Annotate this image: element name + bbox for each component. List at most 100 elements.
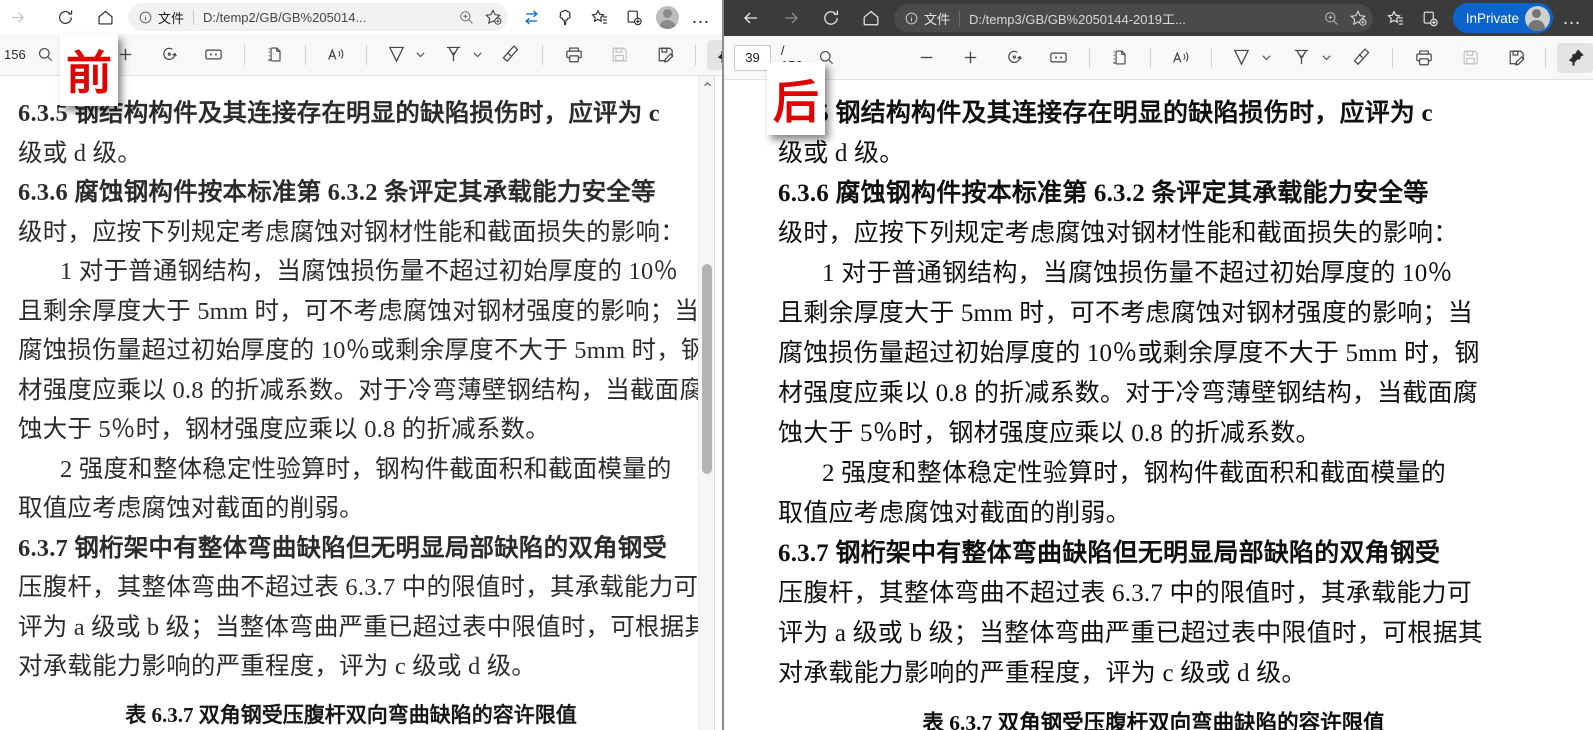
- refresh-icon[interactable]: [48, 2, 82, 32]
- right-url-text[interactable]: D:/temp3/GB/GB%2050144-2019工...: [969, 9, 1317, 28]
- doc-line: 对承载能力影响的严重程度，评为 c 级或 d 级。: [778, 654, 1563, 694]
- collections-icon[interactable]: [548, 2, 582, 32]
- favorites-icon[interactable]: [1379, 3, 1413, 33]
- right-highlight-icon[interactable]: [1283, 43, 1319, 73]
- doc-line: 级或 d 级。: [778, 134, 1563, 174]
- right-more-button[interactable]: …: [1555, 3, 1589, 33]
- doc-line: 取值应考虑腐蚀对截面的削弱。: [778, 494, 1563, 534]
- zoom-in-icon[interactable]: [458, 9, 475, 26]
- doc-line: 材强度应乘以 0.8 的折减系数。对于冷弯薄壁钢结构，当截面腐: [18, 371, 684, 411]
- toolbar-divider: [1089, 48, 1090, 68]
- add-favorite-icon[interactable]: [1349, 9, 1367, 27]
- left-rotate-icon[interactable]: [152, 40, 188, 70]
- doc-line: 压腹杆，其整体弯曲不超过表 6.3.7 中的限值时，其承载能力可: [18, 568, 684, 608]
- site-info-icon[interactable]: [138, 10, 153, 25]
- toolbar-divider-2: [1150, 48, 1151, 68]
- doc-line: 2 强度和整体稳定性验算时，钢构件截面积和截面模量的: [778, 454, 1563, 494]
- right-pdf-toolbar: 39 / 156: [722, 36, 1593, 80]
- forward-arrow-icon[interactable]: [0, 2, 34, 32]
- right-zoom-out-button[interactable]: [909, 43, 945, 73]
- inprivate-profile-button[interactable]: InPrivate: [1453, 3, 1553, 33]
- right-page-view-icon[interactable]: [1102, 43, 1138, 73]
- right-table-caption: 表 6.3.7 双角钢受压腹杆双向弯曲缺陷的容许限值: [778, 706, 1563, 730]
- more-dots: …: [685, 8, 717, 27]
- right-erase-icon[interactable]: [1343, 43, 1379, 73]
- right-pdf-page: 6.3.5 钢结构构件及其连接存在明显的缺陷损伤时，应评为 c 级或 d 级。 …: [722, 80, 1593, 730]
- right-save-icon[interactable]: [1452, 43, 1488, 73]
- left-highlight-caret[interactable]: [472, 49, 483, 60]
- split-screen-icon[interactable]: [514, 2, 548, 32]
- left-pdf-page-area[interactable]: 6.3.5 钢结构构件及其连接存在明显的缺陷损伤时，应评为 c 级或 d 级。 …: [0, 76, 722, 730]
- toolbar-divider-3: [1211, 48, 1212, 68]
- forward-arrow-icon[interactable]: [774, 3, 808, 33]
- refresh-icon[interactable]: [814, 3, 848, 33]
- right-address-bar[interactable]: 文件 D:/temp3/GB/GB%2050144-2019工...: [894, 4, 1373, 32]
- doc-line: 级时，应按下列规定考虑腐蚀对钢材性能和截面损失的影响：: [18, 213, 684, 253]
- add-favorite-icon[interactable]: [484, 8, 502, 26]
- left-print-icon[interactable]: [556, 40, 592, 70]
- left-url-text[interactable]: D:/temp2/GB/GB%205014...: [203, 10, 452, 25]
- right-highlight-caret[interactable]: [1319, 52, 1333, 63]
- right-draw-icon[interactable]: [1224, 43, 1260, 73]
- toolbar-divider: [244, 45, 245, 65]
- left-more-button[interactable]: …: [684, 2, 718, 32]
- right-browser-toolbar: 文件 D:/temp3/GB/GB%2050144-2019工...: [722, 0, 1593, 36]
- left-save-as-icon[interactable]: [648, 40, 684, 70]
- doc-line: 取值应考虑腐蚀对截面的削弱。: [18, 489, 684, 529]
- left-page-view-icon[interactable]: [257, 40, 293, 70]
- home-icon[interactable]: [88, 2, 122, 32]
- left-draw-icon[interactable]: [379, 40, 415, 70]
- browser-essentials-icon[interactable]: [1413, 3, 1447, 33]
- left-read-aloud-icon[interactable]: [318, 40, 354, 70]
- left-erase-icon[interactable]: [493, 40, 529, 70]
- dual-window-comparison-screenshot: 文件 D:/temp2/GB/GB%205014...: [0, 0, 1593, 730]
- right-read-aloud-icon[interactable]: [1163, 43, 1199, 73]
- doc-line: 1 对于普通钢结构，当腐蚀损伤量不超过初始厚度的 10％: [778, 254, 1563, 294]
- avatar[interactable]: [656, 6, 679, 29]
- doc-line: 6.3.6 腐蚀钢构件按本标准第 6.3.2 条评定其承载能力安全等: [18, 173, 684, 213]
- left-fit-page-icon[interactable]: [196, 40, 232, 70]
- home-icon[interactable]: [854, 3, 888, 33]
- doc-line: 2 强度和整体稳定性验算时，钢构件截面积和截面模量的: [18, 450, 684, 490]
- doc-line: 腐蚀损伤量超过初始厚度的 10％或剩余厚度不大于 5mm 时，钢: [18, 331, 684, 371]
- browser-essentials-icon[interactable]: [616, 2, 650, 32]
- left-search-icon[interactable]: [28, 40, 64, 70]
- left-scroll-thumb[interactable]: [702, 264, 712, 474]
- doc-line: 6.3.6 腐蚀钢构件按本标准第 6.3.2 条评定其承载能力安全等: [778, 174, 1563, 214]
- back-arrow-icon[interactable]: [734, 3, 768, 33]
- right-rotate-icon[interactable]: [997, 43, 1033, 73]
- doc-line: 评为 a 级或 b 级；当整体弯曲严重已超过表中限值时，可根据其: [18, 608, 684, 648]
- profile-avatar[interactable]: [650, 2, 684, 32]
- left-pin-icon[interactable]: [707, 40, 722, 70]
- doc-line: 6.3.7 钢桁架中有整体弯曲缺陷但无明显局部缺陷的双角钢受: [18, 529, 684, 569]
- left-window-edge-sliver: [714, 76, 722, 730]
- left-browser-toolbar: 文件 D:/temp2/GB/GB%205014...: [0, 0, 722, 34]
- zoom-in-icon[interactable]: [1323, 10, 1340, 27]
- right-pdf-page-area[interactable]: 6.3.5 钢结构构件及其连接存在明显的缺陷损伤时，应评为 c 级或 d 级。 …: [722, 80, 1593, 730]
- doc-line: 1 对于普通钢结构，当腐蚀损伤量不超过初始厚度的 10％: [18, 252, 684, 292]
- site-info-icon[interactable]: [904, 11, 919, 26]
- right-draw-caret[interactable]: [1260, 52, 1274, 63]
- left-pdf-page: 6.3.5 钢结构构件及其连接存在明显的缺陷损伤时，应评为 c 级或 d 级。 …: [0, 76, 706, 730]
- toolbar-divider-5: [695, 45, 696, 65]
- left-draw-caret[interactable]: [415, 49, 426, 60]
- right-zoom-in-button[interactable]: [953, 43, 989, 73]
- left-table-caption: 表 6.3.7 双角钢受压腹杆双向弯曲缺陷的容许限值: [18, 699, 684, 729]
- right-print-icon[interactable]: [1406, 43, 1442, 73]
- right-page-input[interactable]: 39: [734, 45, 771, 71]
- doc-line: 6.3.5 钢结构构件及其连接存在明显的缺陷损伤时，应评为 c: [778, 94, 1563, 134]
- left-highlight-icon[interactable]: [436, 40, 472, 70]
- avatar[interactable]: [1525, 6, 1550, 31]
- right-save-as-icon[interactable]: [1498, 43, 1534, 73]
- favorites-icon[interactable]: [582, 2, 616, 32]
- left-page-total: 156: [4, 47, 26, 62]
- window-seam: [722, 0, 724, 730]
- doc-line: 6.3.7 钢桁架中有整体弯曲缺陷但无明显局部缺陷的双角钢受: [778, 534, 1563, 574]
- right-doc-body: 6.3.5 钢结构构件及其连接存在明显的缺陷损伤时，应评为 c 级或 d 级。 …: [778, 94, 1563, 694]
- right-pin-icon[interactable]: [1557, 43, 1593, 73]
- right-fit-page-icon[interactable]: [1041, 43, 1077, 73]
- left-save-icon[interactable]: [602, 40, 638, 70]
- scroll-up-arrow[interactable]: [699, 76, 715, 92]
- left-address-bar[interactable]: 文件 D:/temp2/GB/GB%205014...: [128, 3, 508, 31]
- left-vertical-scrollbar[interactable]: [698, 76, 714, 730]
